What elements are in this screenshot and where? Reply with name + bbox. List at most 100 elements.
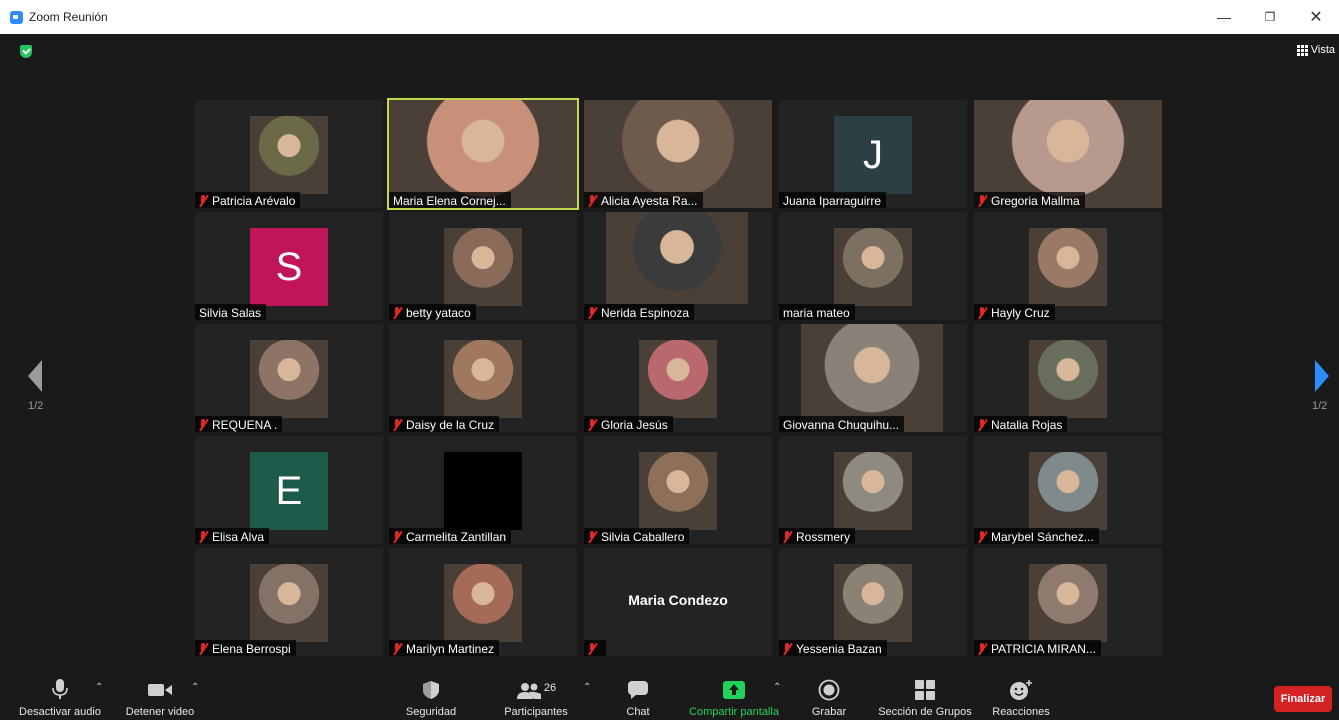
- avatar-initial: S: [250, 228, 328, 306]
- share-screen-icon: [723, 681, 745, 699]
- participant-name: Rossmery: [796, 529, 851, 544]
- participant-tile[interactable]: betty yataco: [389, 212, 577, 320]
- close-button[interactable]: ✕: [1293, 0, 1339, 34]
- participant-name: Yessenia Bazan: [796, 641, 882, 656]
- participant-tile[interactable]: S Silvia Salas: [195, 212, 383, 320]
- participant-name: Hayly Cruz: [991, 305, 1050, 320]
- participant-video: [444, 228, 522, 306]
- participant-tile[interactable]: Maria Condezo: [584, 548, 772, 656]
- participant-video: [444, 564, 522, 642]
- participant-name: Carmelita Zantillan: [406, 529, 507, 544]
- participant-video: [834, 564, 912, 642]
- chat-button[interactable]: Chat: [618, 664, 658, 720]
- participant-video: [639, 452, 717, 530]
- mic-muted-icon: [199, 194, 208, 207]
- participant-tile[interactable]: Yessenia Bazan: [779, 548, 967, 656]
- participant-name-tag: Rossmery: [779, 528, 856, 544]
- participant-tile[interactable]: Daisy de la Cruz: [389, 324, 577, 432]
- share-options-caret[interactable]: ⌃: [773, 682, 781, 693]
- participant-tile[interactable]: J Juana Iparraguirre: [779, 100, 967, 208]
- participant-name-tag: Carmelita Zantillan: [389, 528, 512, 544]
- participant-name-tag: maria mateo: [779, 304, 855, 320]
- chat-icon: [628, 681, 648, 699]
- participant-name: Alicia Ayesta Ra...: [601, 193, 698, 208]
- participant-name-tag: Elena Berrospi: [195, 640, 296, 656]
- participant-name-tag: Elisa Alva: [195, 528, 270, 544]
- window-title: Zoom Reunión: [29, 10, 108, 24]
- participant-name: maria mateo: [783, 305, 850, 320]
- participant-name: Gloria Jesús: [601, 417, 668, 432]
- participant-name-tag: REQUENA .: [195, 416, 283, 432]
- participant-name: Giovanna Chuquihu...: [783, 417, 900, 432]
- mic-muted-icon: [978, 530, 987, 543]
- mic-muted-icon: [783, 642, 792, 655]
- view-button[interactable]: Vista: [1296, 44, 1335, 56]
- participants-options-caret[interactable]: ⌃: [583, 682, 591, 693]
- participant-tile[interactable]: Marybel Sánchez...: [974, 436, 1162, 544]
- participant-tile[interactable]: Hayly Cruz: [974, 212, 1162, 320]
- grid-icon: [1296, 44, 1308, 56]
- shield-icon[interactable]: [20, 45, 32, 58]
- participant-name: Daisy de la Cruz: [406, 417, 495, 432]
- security-shield-icon: [423, 681, 439, 699]
- chevron-right-icon[interactable]: [1307, 356, 1337, 396]
- participant-name-tag: [584, 640, 606, 656]
- participant-tile[interactable]: Carmelita Zantillan: [389, 436, 577, 544]
- chevron-left-icon[interactable]: [22, 356, 52, 396]
- participant-name-tag: Natalia Rojas: [974, 416, 1068, 432]
- mute-button[interactable]: Desactivar audio: [14, 664, 106, 720]
- participant-name-tag: Gloria Jesús: [584, 416, 673, 432]
- participants-button[interactable]: 26 Participantes: [494, 664, 578, 720]
- page-indicator-right: 1/2: [1312, 400, 1328, 412]
- participant-tile[interactable]: maria mateo: [779, 212, 967, 320]
- participant-name: Silvia Salas: [199, 305, 262, 320]
- participant-tile[interactable]: Gregoria Mallma: [974, 100, 1162, 208]
- participant-name-tag: Daisy de la Cruz: [389, 416, 500, 432]
- breakout-rooms-button[interactable]: Sección de Grupos: [872, 664, 978, 720]
- share-screen-button[interactable]: Compartir pantalla: [682, 664, 786, 720]
- restore-button[interactable]: ❐: [1247, 0, 1293, 34]
- participant-name: Juana Iparraguirre: [783, 193, 882, 208]
- participant-name: betty yataco: [406, 305, 471, 320]
- participant-tile[interactable]: Gloria Jesús: [584, 324, 772, 432]
- participant-video: [639, 340, 717, 418]
- participant-tile[interactable]: Nerida Espinoza: [584, 212, 772, 320]
- participant-tile[interactable]: Alicia Ayesta Ra...: [584, 100, 772, 208]
- share-screen-label: Compartir pantalla: [689, 706, 779, 718]
- participant-video: [444, 452, 522, 530]
- security-label: Seguridad: [405, 706, 457, 718]
- participant-name-tag: Juana Iparraguirre: [779, 192, 887, 208]
- video-camera-icon: [148, 684, 172, 696]
- video-options-caret[interactable]: ⌃: [191, 682, 199, 693]
- participant-tile[interactable]: Patricia Arévalo: [195, 100, 383, 208]
- mic-muted-icon: [393, 306, 402, 319]
- participant-name-tag: PATRICIA MIRAN...: [974, 640, 1101, 656]
- audio-options-caret[interactable]: ⌃: [95, 682, 103, 693]
- minimize-button[interactable]: —: [1201, 0, 1247, 34]
- participant-tile[interactable]: Silvia Caballero: [584, 436, 772, 544]
- participant-tile[interactable]: Elena Berrospi: [195, 548, 383, 656]
- participant-tile[interactable]: Maria Elena Cornej...: [387, 98, 579, 210]
- mic-muted-icon: [588, 306, 597, 319]
- participant-tile[interactable]: Giovanna Chuquihu...: [779, 324, 967, 432]
- record-button[interactable]: Grabar: [804, 664, 854, 720]
- participant-tile[interactable]: Rossmery: [779, 436, 967, 544]
- participant-name-tag: Maria Elena Cornej...: [389, 192, 511, 208]
- participant-name: Elisa Alva: [212, 529, 265, 544]
- participant-name-tag: Giovanna Chuquihu...: [779, 416, 905, 432]
- participant-tile[interactable]: REQUENA .: [195, 324, 383, 432]
- reactions-button[interactable]: Reacciones: [988, 664, 1054, 720]
- participant-tile[interactable]: E Elisa Alva: [195, 436, 383, 544]
- mic-muted-icon: [783, 530, 792, 543]
- mic-muted-icon: [588, 194, 597, 207]
- participant-tile[interactable]: PATRICIA MIRAN...: [974, 548, 1162, 656]
- participant-name-tag: Hayly Cruz: [974, 304, 1055, 320]
- participant-tile[interactable]: Marilyn Martinez: [389, 548, 577, 656]
- participant-video: [250, 116, 328, 194]
- participant-video: [606, 212, 748, 304]
- participants-label: Participantes: [504, 706, 568, 718]
- security-button[interactable]: Seguridad: [398, 664, 464, 720]
- end-meeting-button[interactable]: Finalizar: [1274, 686, 1332, 712]
- participant-tile[interactable]: Natalia Rojas: [974, 324, 1162, 432]
- view-label: Vista: [1310, 44, 1335, 56]
